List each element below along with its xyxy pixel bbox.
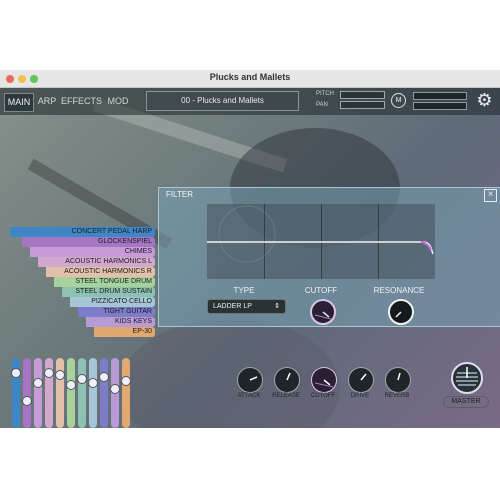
master-stripes	[456, 367, 478, 386]
filter-title: FILTER	[166, 190, 193, 199]
layer-fader[interactable]	[33, 358, 43, 428]
pan-label: PAN	[316, 102, 328, 108]
layer-chip[interactable]: STEEL DRUM SUSTAIN	[62, 287, 155, 297]
pitch-slider[interactable]	[340, 91, 385, 99]
tab-main[interactable]: MAIN	[4, 93, 34, 112]
release-label: RELEASE	[272, 393, 300, 399]
layer-chip[interactable]: CHIMES	[30, 247, 155, 257]
layer-fader[interactable]	[66, 358, 76, 428]
filter-curve	[207, 205, 434, 263]
layer-chip[interactable]: CONCERT PEDAL HARP	[10, 227, 155, 237]
chevron-updown-icon: ⇕	[274, 303, 280, 310]
layer-chip[interactable]: GLOCKENSPIEL	[22, 237, 155, 247]
layer-chip[interactable]: TIGHT GUITAR	[78, 307, 155, 317]
layer-fader[interactable]	[110, 358, 120, 428]
filter-resonance-knob[interactable]	[388, 299, 414, 325]
layer-fader[interactable]	[121, 358, 131, 428]
layer-fader[interactable]	[11, 358, 21, 428]
vu-meter-left	[413, 92, 467, 100]
layer-fader[interactable]	[99, 358, 109, 428]
window-title: Plucks and Mallets	[209, 72, 291, 82]
master-knob[interactable]	[451, 362, 483, 394]
preset-selector[interactable]: 00 - Plucks and Mallets	[146, 91, 299, 111]
layer-chip[interactable]: ACOUSTIC HARMONICS R	[46, 267, 155, 277]
knob-indicator	[314, 311, 332, 320]
m-button[interactable]: M	[391, 93, 406, 108]
reverb-label: REVERB	[384, 393, 410, 399]
tab-effects[interactable]: EFFECTS	[61, 93, 102, 110]
layer-fader[interactable]	[77, 358, 87, 428]
top-bar: MAIN ARP EFFECTS MOD 00 - Plucks and Mal…	[0, 88, 500, 115]
knob-indicator	[395, 311, 402, 318]
layer-chip[interactable]: EP-30	[94, 327, 155, 337]
attack-knob[interactable]	[237, 367, 263, 393]
vu-meter-right	[413, 102, 467, 110]
close-icon[interactable]: ×	[484, 189, 497, 202]
layer-fader[interactable]	[55, 358, 65, 428]
cutoff-label: CUTOFF	[304, 286, 338, 295]
filter-response-graph	[207, 204, 435, 279]
layer-chip[interactable]: STEEL TONGUE DRUM	[54, 277, 155, 287]
tab-arp[interactable]: ARP	[36, 93, 58, 110]
layer-fader[interactable]	[88, 358, 98, 428]
filter-panel: FILTER × TYPE LADDER LP ⇕ CUTOFF RESONAN…	[158, 187, 500, 327]
master-label: MASTER	[443, 396, 489, 408]
filter-type-value: LADDER LP	[213, 303, 252, 310]
pan-slider[interactable]	[340, 101, 385, 109]
release-knob[interactable]	[274, 367, 300, 393]
resonance-label: RESONANCE	[373, 286, 425, 295]
filter-type-select[interactable]: LADDER LP ⇕	[207, 299, 286, 314]
layer-chip[interactable]: KIDS KEYS	[86, 317, 155, 327]
gear-icon[interactable]: ⚙	[475, 91, 494, 110]
pitch-label: PITCH	[316, 91, 334, 97]
attack-label: ATTACK	[237, 393, 261, 399]
filter-cutoff-knob[interactable]	[310, 299, 336, 325]
type-label: TYPE	[233, 286, 255, 295]
layer-chip[interactable]: PIZZICATO CELLO	[70, 297, 155, 307]
tab-mod[interactable]: MOD	[104, 93, 132, 110]
drive-knob[interactable]	[348, 367, 374, 393]
layer-fader[interactable]	[44, 358, 54, 428]
layer-fader[interactable]	[22, 358, 32, 428]
drive-label: DRIVE	[350, 393, 370, 399]
reverb-knob[interactable]	[385, 367, 411, 393]
title-bar: Plucks and Mallets	[0, 70, 500, 88]
app-window: Plucks and Mallets MAIN ARP EFFECTS MOD …	[0, 70, 500, 428]
preset-name: 00 - Plucks and Mallets	[181, 96, 264, 105]
layer-chip[interactable]: ACOUSTIC HARMONICS L	[38, 257, 155, 267]
cutoff-knob-label: CUTOFF	[310, 393, 336, 399]
cutoff-knob[interactable]	[311, 367, 337, 393]
